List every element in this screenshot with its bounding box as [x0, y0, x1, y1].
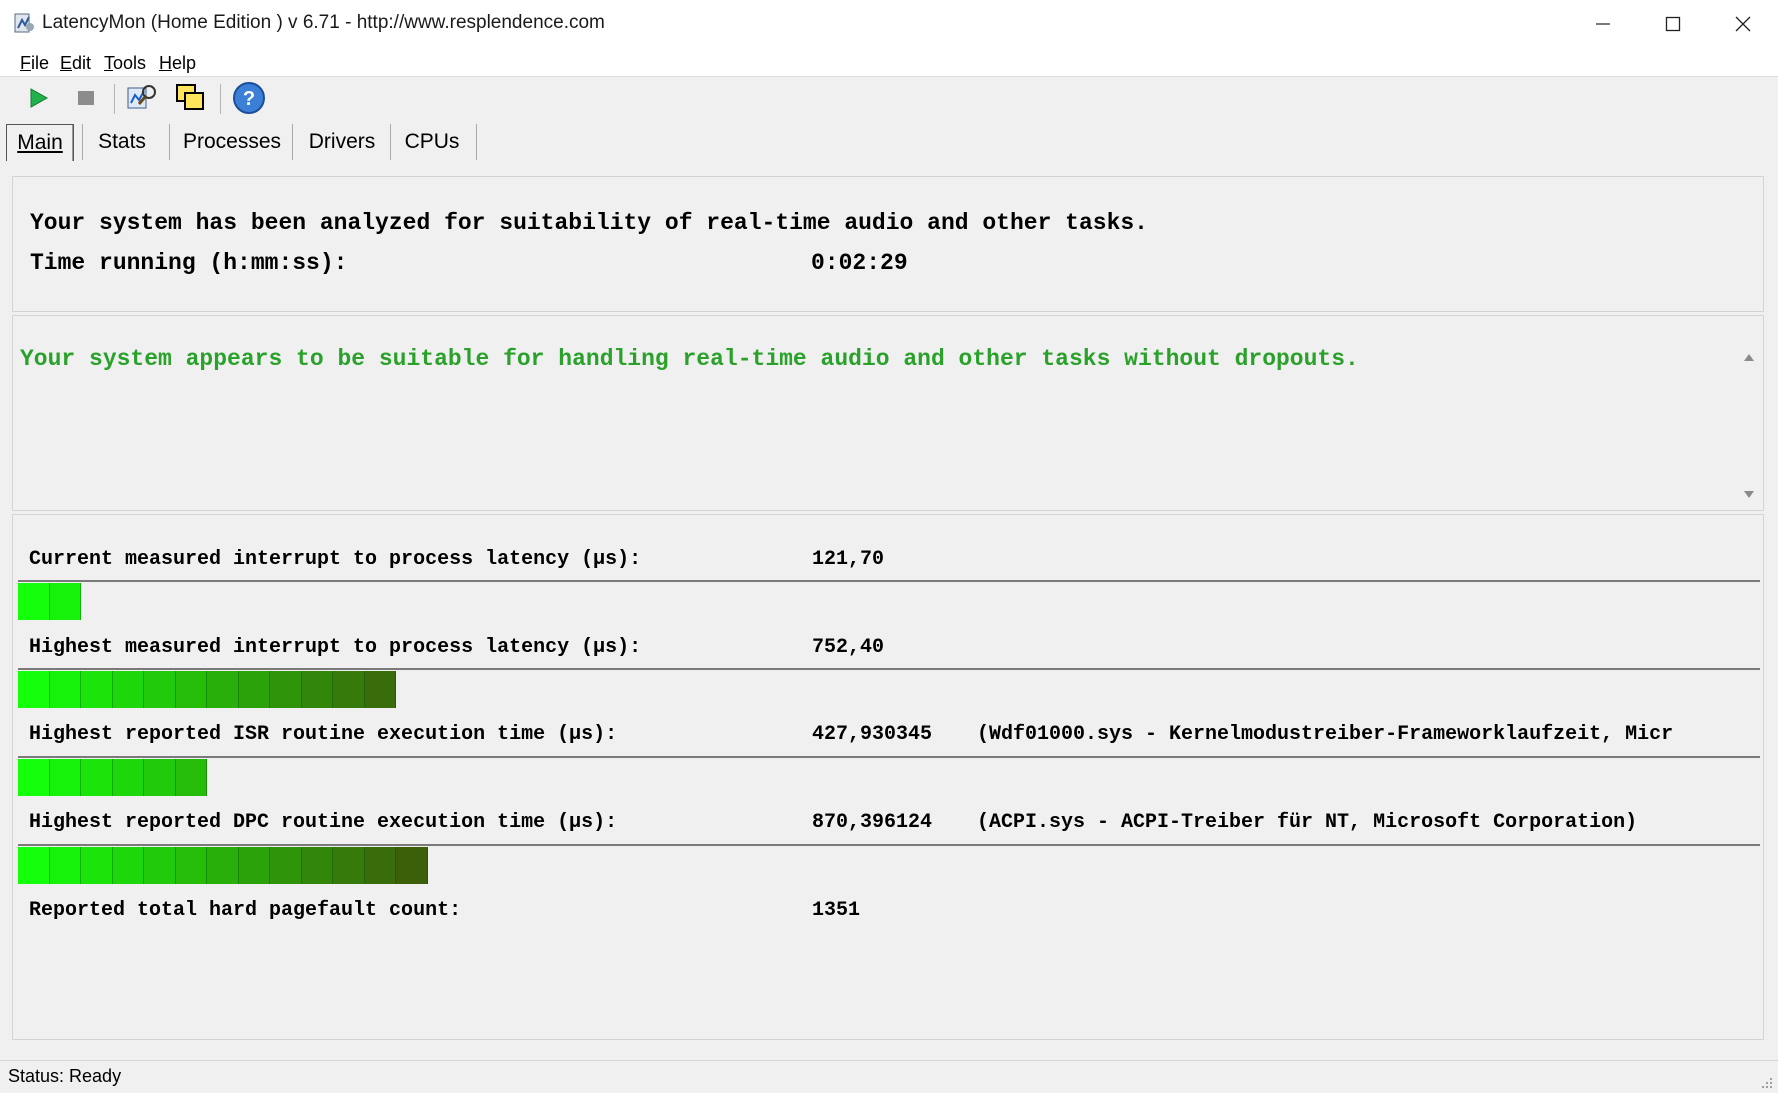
meter-segment — [18, 759, 50, 796]
meter-segment — [364, 671, 396, 708]
pagefault-label: Reported total hard pagefault count: — [29, 899, 462, 922]
metric-current-latency-value: 121,70 — [812, 548, 885, 571]
meter-segment — [270, 847, 302, 884]
windows-button[interactable] — [174, 81, 208, 115]
menu-edit[interactable]: Edit — [60, 53, 91, 74]
meter-segment — [112, 847, 144, 884]
meter-segment — [18, 671, 50, 708]
scroll-down-icon[interactable] — [1743, 490, 1755, 500]
status-text: Status: Ready — [8, 1066, 122, 1086]
close-button[interactable] — [1708, 0, 1778, 48]
time-running-value: 0:02:29 — [811, 250, 908, 276]
stop-button[interactable] — [69, 81, 103, 115]
analysis-summary: Your system has been analyzed for suitab… — [30, 210, 1148, 236]
verdict-scrollbar[interactable] — [1736, 316, 1762, 510]
meter-segment — [18, 583, 50, 620]
help-button[interactable]: ? — [232, 81, 266, 115]
meter-segment — [175, 671, 207, 708]
metric-isr-driver: (Wdf01000.sys - Kernelmodustreiber-Frame… — [977, 723, 1674, 746]
maximize-button[interactable] — [1638, 0, 1708, 48]
meter-segment — [81, 847, 113, 884]
meter-segment — [238, 671, 270, 708]
metric-highest-latency-value: 752,40 — [812, 636, 885, 659]
close-icon — [1735, 16, 1751, 32]
verdict-message: Your system appears to be suitable for h… — [20, 346, 1359, 372]
menu-help[interactable]: Help — [159, 53, 196, 74]
meter-segment — [207, 847, 239, 884]
meter-segment — [238, 847, 270, 884]
current-latency-meter — [18, 580, 1760, 620]
tab-separator — [292, 124, 293, 160]
start-button[interactable] — [21, 81, 55, 115]
metric-highest-latency-label: Highest measured interrupt to process la… — [29, 636, 642, 659]
play-icon — [30, 88, 49, 108]
summary-panel — [12, 176, 1764, 312]
toolbar — [0, 77, 1778, 123]
meter-segment — [301, 671, 333, 708]
meter-segment — [81, 671, 113, 708]
meter-segment — [333, 847, 365, 884]
latencymon-app-icon — [14, 12, 36, 34]
analyze-button[interactable] — [125, 81, 159, 115]
tab-separator — [476, 124, 477, 160]
meter-segment — [396, 847, 428, 884]
meter-segment — [144, 671, 176, 708]
verdict-panel — [12, 315, 1764, 511]
meter-segment — [207, 671, 239, 708]
tab-drivers[interactable]: Drivers — [302, 124, 382, 160]
meter-segment — [49, 847, 81, 884]
tab-separator — [169, 124, 170, 160]
metric-dpc-value: 870,396124 — [812, 811, 933, 834]
meter-segment — [49, 671, 81, 708]
stop-icon — [78, 91, 94, 105]
meter-segment — [144, 759, 176, 796]
meter-segment — [49, 583, 81, 620]
resize-grip-icon[interactable] — [1758, 1074, 1774, 1090]
highest-latency-meter — [18, 668, 1760, 708]
tab-processes[interactable]: Processes — [182, 124, 282, 160]
tab-main-label: Main — [17, 131, 63, 154]
analyze-icon — [127, 85, 156, 109]
meter-segment — [175, 847, 207, 884]
meter-segment — [144, 847, 176, 884]
meter-segment — [112, 759, 144, 796]
tab-separator — [390, 124, 391, 160]
meter-segment — [112, 671, 144, 708]
metric-isr-value: 427,930345 — [812, 723, 933, 746]
meter-segment — [333, 671, 365, 708]
dpc-meter — [18, 844, 1760, 884]
help-icon: ? — [233, 82, 265, 114]
meter-segment — [175, 759, 207, 796]
maximize-icon — [1665, 16, 1681, 32]
menu-file[interactable]: File — [20, 53, 49, 74]
status-bar — [0, 1060, 1778, 1093]
tab-cpus[interactable]: CPUs — [400, 124, 464, 160]
meter-segment — [270, 671, 302, 708]
minimize-button[interactable] — [1568, 0, 1638, 48]
menu-bar — [0, 48, 1778, 77]
window-title: LatencyMon (Home Edition ) v 6.71 - http… — [42, 12, 605, 33]
tab-stats[interactable]: Stats — [90, 124, 154, 160]
scroll-up-icon[interactable] — [1743, 352, 1755, 362]
windows-icon — [176, 84, 204, 110]
metric-dpc-driver: (ACPI.sys - ACPI-Treiber für NT, Microso… — [977, 811, 1638, 834]
metric-isr-label: Highest reported ISR routine execution t… — [29, 723, 618, 746]
tab-separator — [82, 124, 83, 160]
isr-meter — [18, 756, 1760, 796]
svg-text:?: ? — [243, 88, 255, 110]
metric-current-latency-label: Current measured interrupt to process la… — [29, 548, 642, 571]
meter-segment — [81, 759, 113, 796]
metric-dpc-label: Highest reported DPC routine execution t… — [29, 811, 618, 834]
meter-segment — [49, 759, 81, 796]
minimize-icon — [1596, 23, 1610, 25]
pagefault-value: 1351 — [812, 899, 861, 922]
meter-segment — [364, 847, 396, 884]
toolbar-separator — [220, 84, 221, 114]
meter-segment — [18, 847, 50, 884]
meter-segment — [301, 847, 333, 884]
tab-main[interactable]: Main — [6, 124, 74, 161]
menu-tools[interactable]: Tools — [104, 53, 146, 74]
time-running-label: Time running (h:mm:ss): — [30, 250, 348, 276]
toolbar-separator — [114, 84, 115, 114]
